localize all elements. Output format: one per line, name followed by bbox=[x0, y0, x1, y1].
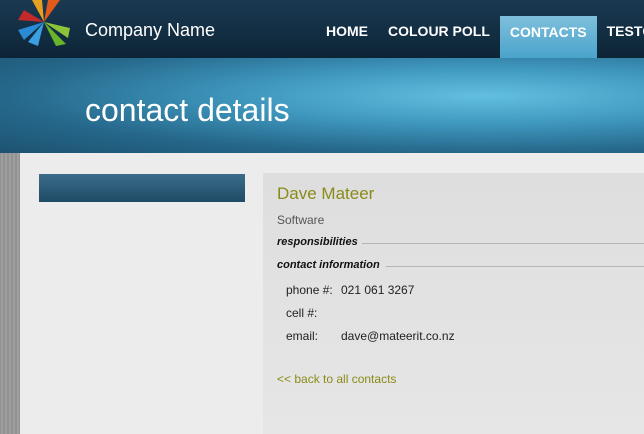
company-name[interactable]: Company Name bbox=[85, 20, 215, 41]
page-title: contact details bbox=[85, 92, 290, 128]
page-banner: contact details bbox=[0, 58, 644, 153]
sidebar-header bbox=[39, 174, 245, 202]
main-nav: HOME COLOUR POLL CONTACTS TESTCO bbox=[316, 0, 644, 58]
email-value[interactable]: dave@mateerit.co.nz bbox=[341, 329, 455, 343]
nav-testco[interactable]: TESTCO bbox=[597, 0, 644, 58]
nav-colour-poll[interactable]: COLOUR POLL bbox=[378, 0, 500, 58]
nav-contacts[interactable]: CONTACTS bbox=[499, 16, 597, 58]
cell-label: cell #: bbox=[286, 306, 318, 320]
phone-label: phone #: bbox=[286, 283, 333, 297]
site-header: Company Name HOME COLOUR POLL CONTACTS T… bbox=[0, 0, 644, 58]
phone-value: 021 061 3267 bbox=[341, 283, 415, 297]
contact-name: Dave Mateer bbox=[277, 184, 375, 203]
logo-icon[interactable] bbox=[18, 0, 70, 46]
left-border bbox=[0, 153, 20, 434]
contact-info-heading: contact information bbox=[277, 259, 380, 271]
nav-home[interactable]: HOME bbox=[316, 0, 378, 58]
responsibilities-heading: responsibilities bbox=[277, 236, 358, 248]
back-to-contacts-link[interactable]: << back to all contacts bbox=[277, 372, 396, 386]
responsibilities-divider bbox=[362, 243, 644, 244]
contact-department: Software bbox=[277, 213, 325, 227]
contact-info-divider bbox=[386, 266, 644, 267]
email-label: email: bbox=[286, 329, 319, 343]
